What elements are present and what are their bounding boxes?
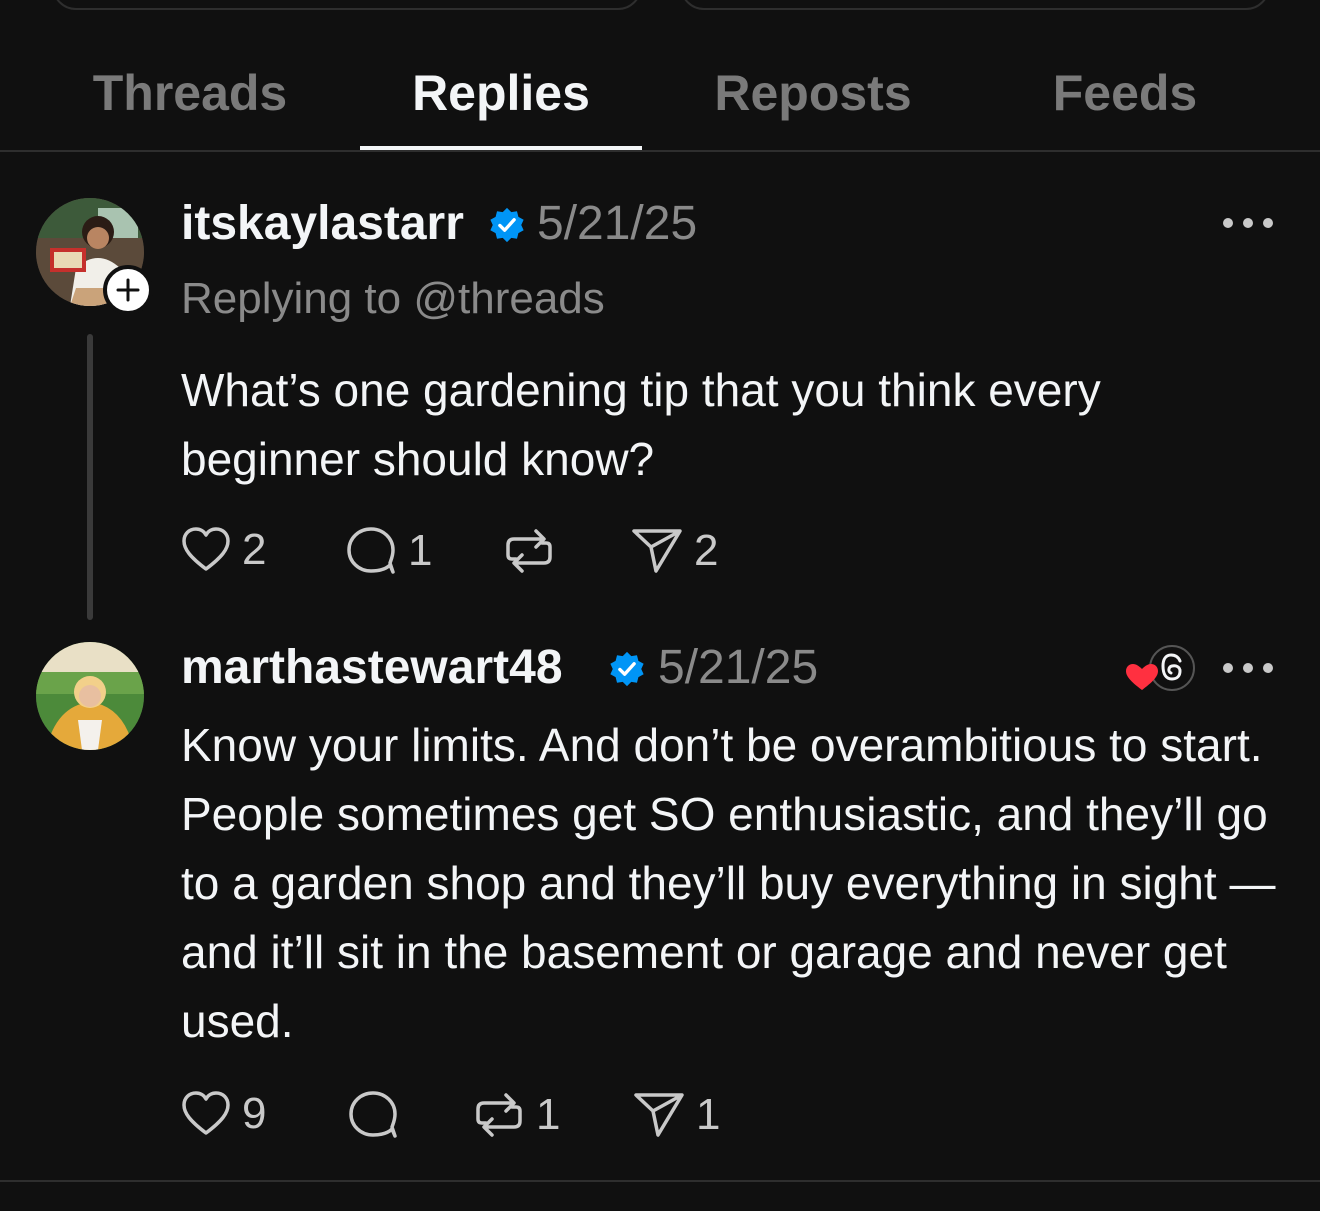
share-count: 2: [694, 526, 719, 575]
post-text: Know your limits. And don’t be overambit…: [181, 719, 1276, 1047]
like-button[interactable]: 2: [180, 525, 266, 575]
post-date: 5/21/25: [658, 641, 819, 694]
heart-icon: [182, 1091, 230, 1135]
comment-icon: [349, 1091, 397, 1138]
username[interactable]: itskaylastarr: [181, 196, 464, 251]
tab-replies[interactable]: Replies: [360, 64, 642, 122]
liked-by-author-badge: [1126, 645, 1195, 691]
thread-connector-line: [87, 334, 93, 620]
share-button[interactable]: 1: [632, 1089, 720, 1141]
like-count: 2: [242, 525, 267, 574]
post-text: What’s one gardening tip that you think …: [181, 364, 1101, 485]
more-icon[interactable]: [1220, 215, 1276, 231]
post-date: 5/21/25: [537, 197, 698, 250]
active-tab-indicator: [360, 146, 642, 150]
more-icon[interactable]: [1220, 660, 1276, 676]
repost-icon: [506, 529, 552, 573]
post-divider: [0, 1180, 1320, 1182]
reply-button[interactable]: [346, 1089, 400, 1141]
repost-count: 1: [536, 1090, 561, 1139]
heart-icon: [1126, 664, 1158, 690]
follow-plus-button[interactable]: [103, 265, 153, 315]
repost-button[interactable]: [502, 525, 556, 577]
like-count: 9: [242, 1089, 267, 1138]
tab-feeds[interactable]: Feeds: [1010, 64, 1240, 122]
username[interactable]: marthastewart48: [181, 640, 563, 695]
repost-button[interactable]: 1: [472, 1089, 560, 1141]
share-icon: [632, 529, 682, 573]
share-button[interactable]: 2: [630, 525, 718, 577]
comment-icon: [347, 527, 395, 574]
profile-tabs: Threads Replies Reposts Feeds: [0, 0, 1320, 152]
plus-icon: [116, 278, 140, 302]
replying-to-label[interactable]: Replying to @threads: [181, 274, 605, 324]
verified-icon: [490, 207, 524, 243]
share-icon: [634, 1093, 684, 1137]
heart-icon: [182, 527, 230, 571]
verified-icon: [610, 651, 644, 687]
repost-icon: [476, 1093, 522, 1137]
like-button[interactable]: 9: [180, 1089, 266, 1139]
avatar[interactable]: [36, 642, 144, 750]
tab-threads[interactable]: Threads: [62, 64, 318, 122]
tab-reposts[interactable]: Reposts: [690, 64, 936, 122]
reply-button[interactable]: 1: [344, 525, 432, 577]
reply-count: 1: [408, 526, 433, 575]
share-count: 1: [696, 1090, 721, 1139]
